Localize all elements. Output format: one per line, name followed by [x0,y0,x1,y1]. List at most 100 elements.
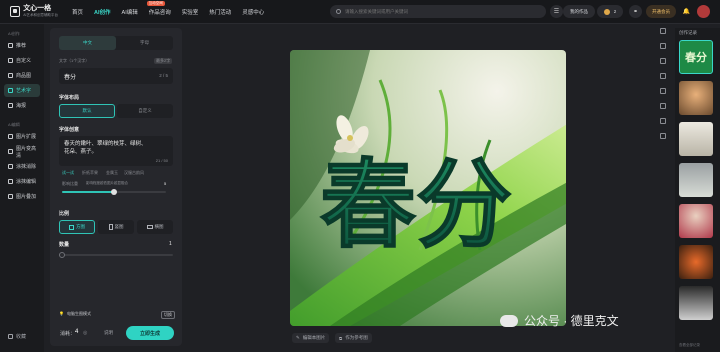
search-icon [336,9,341,14]
weight-value: 5 [164,181,167,186]
layout-custom-button[interactable]: 自定义 [117,104,173,118]
weight-slider[interactable] [62,189,166,195]
avatar[interactable] [697,5,710,18]
try-chip-2[interactable]: 金属玉 [106,170,118,176]
folder-icon[interactable] [660,73,666,79]
tab-chinese[interactable]: 中文 [59,36,116,50]
sidebar-item-custom[interactable]: 自定义 [4,54,40,67]
text-hint: 最多2字 [154,58,173,64]
edit-image-label: 编辑本图片 [302,335,326,340]
trash-icon[interactable] [660,133,666,139]
search-bar[interactable] [330,5,546,18]
history-thumb-2[interactable] [679,81,713,115]
sidebar-item-label: 图片叠加 [16,194,37,200]
sidebar-item-label: 推荐 [16,43,27,49]
layers-icon [8,194,13,199]
nav-lab[interactable]: 实验室 [182,8,199,16]
sidebar-item-expand[interactable]: 图片扩展 [4,130,40,143]
history-thumb-6[interactable] [679,245,713,279]
sidebar-item-art-text[interactable]: 艺术字 [4,84,40,97]
sidebar-item-product[interactable]: 商品图 [4,69,40,82]
star-icon [8,43,13,48]
generated-image[interactable]: 春分 [290,50,566,326]
mode-switch-button[interactable]: 切换 [161,311,175,319]
creative-count: 21 / 50 [155,158,168,163]
history-thumb-5[interactable] [679,204,713,238]
brush-icon [8,179,13,184]
nav-inspiration[interactable]: 灵感中心 [242,8,264,16]
edit-icon: ✎ [296,335,300,340]
try-label: 试一试 [62,170,74,175]
tag-icon[interactable] [660,103,666,109]
sidebar-item-brush-edit[interactable]: 涂抹编辑 [4,175,40,188]
top-bar: 文心一格 AI艺术和创意辅助平台 首页 AI创作 AI编辑 互动空间 作品咨询 实… [0,0,720,24]
sidebar-item-label: 涂抹编辑 [16,179,37,185]
sidebar-collect[interactable]: 收藏 [8,333,26,340]
sidebar-item-label: 图片扩展 [16,134,37,140]
sidebar-item-erase[interactable]: 涂抹消除 [4,160,40,173]
count-slider-knob[interactable] [59,252,65,258]
explain-link[interactable]: 说明 [104,330,113,336]
count-slider[interactable] [59,252,173,258]
link-icon[interactable]: ⚭ [629,5,642,18]
try-chip-1[interactable]: 折纸苹果 [82,170,98,176]
mode-label-text: 电脑生图模式 [66,311,91,316]
eye-icon[interactable] [660,88,666,94]
logo-icon [10,6,21,17]
sidebar-item-hd[interactable]: 图片变高清 [4,145,40,159]
nav-events[interactable]: 热门活动 [209,8,231,16]
creative-input[interactable]: 春天的嫩叶、翠绿的枝芽、绿树、花朵、燕子。 21 / 50 [59,136,173,166]
app-subtitle: AI艺术和创意辅助平台 [23,13,58,17]
edit-image-button[interactable]: ✎ 编辑本图片 [292,333,330,343]
points-badge[interactable]: 2 [597,5,623,18]
nav-works[interactable]: 互动空间 作品咨询 [146,0,171,16]
cost-label: 消耗： [60,331,76,337]
history-thumb-7[interactable] [679,286,713,320]
hd-icon [8,149,13,154]
bulb-icon: 💡 [59,311,64,316]
nav-ai-edit[interactable]: AI编辑 [122,8,138,16]
control-panel: 中文 字母 文字（1个汉字） 最多2字 春分 2 / 5 字体布局 默认 自定义… [50,28,182,346]
language-tabs: 中文 字母 [59,36,173,50]
sidebar-item-recommend[interactable]: 推荐 [4,39,40,52]
nav-ai-create[interactable]: AI创作 [94,8,111,16]
layout-default-button[interactable]: 默认 [59,104,115,118]
search-input[interactable] [345,9,535,14]
history-thumb-4[interactable] [679,163,713,197]
sidebar-item-overlay[interactable]: 图片叠加 [4,190,40,203]
ratio-landscape-button[interactable]: 横图 [137,220,173,234]
bell-icon[interactable]: ☰ [550,5,563,18]
text-input[interactable]: 春分 2 / 5 [59,68,173,84]
creative-value: 春天的嫩叶、翠绿的枝芽、绿树、花朵、燕子。 [64,141,147,155]
app-logo[interactable]: 文心一格 AI艺术和创意辅助平台 [10,5,58,18]
tab-letters[interactable]: 字母 [116,36,173,50]
weight-hint: 影响程度越低图片越显融合 [86,181,128,185]
square-icon [69,224,74,230]
expand-icon [8,134,13,139]
history-footer-link[interactable]: 查看全部记录 [679,343,700,348]
art-image-svg: 春分 [290,50,566,326]
notification-icon[interactable]: 🔔 [680,5,693,18]
favorite-icon[interactable] [660,28,666,34]
watermark-text: 公众号 · 德里克文 [524,314,619,328]
reference-image-button[interactable]: ⧉ 作为参考图 [335,333,372,343]
sidebar-item-label: 自定义 [16,58,32,64]
history-thumb-3[interactable] [679,122,713,156]
try-chip-3[interactable]: 汉服古韵风 [124,170,144,176]
share-icon[interactable] [660,58,666,64]
nav-works-label: 作品咨询 [148,9,171,16]
coin-icon [603,8,610,15]
download-icon[interactable] [660,43,666,49]
history-thumb-1[interactable]: 春分 [679,40,713,74]
text-label: 文字（1个汉字） [59,58,90,63]
generate-button[interactable]: 立即生成 [126,326,174,340]
sidebar-item-poster[interactable]: 海报 [4,99,40,112]
weight-slider-knob[interactable] [111,189,117,195]
my-works-button[interactable]: 我的作品 [563,5,595,18]
vip-button[interactable]: 开通会员 [646,5,676,18]
wechat-icon [500,314,518,327]
nav-home[interactable]: 首页 [72,8,83,16]
ratio-portrait-button[interactable]: 竖图 [98,220,134,234]
ratio-square-button[interactable]: 方图 [59,220,95,234]
delete-icon[interactable] [660,118,666,124]
